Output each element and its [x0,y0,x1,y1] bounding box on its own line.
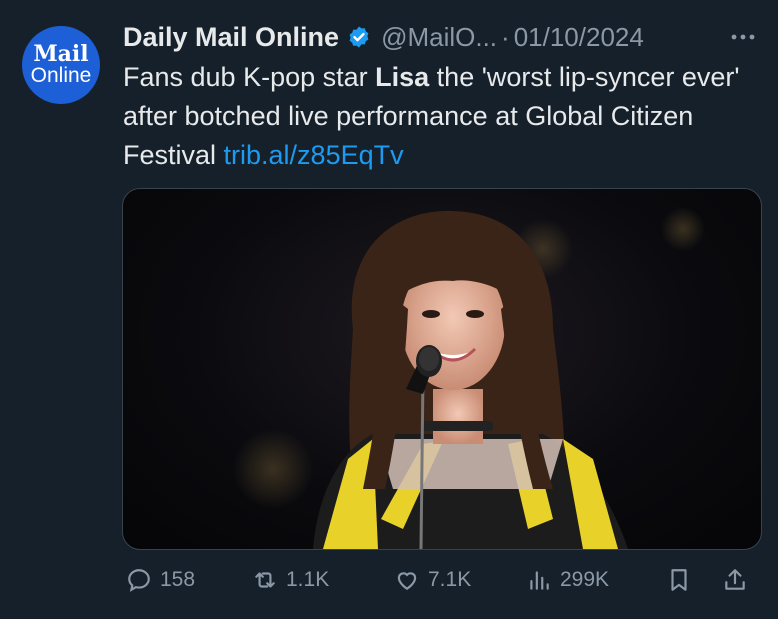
separator-dot: · [501,21,510,52]
repost-button[interactable]: 1.1K [252,560,329,600]
more-icon[interactable] [728,22,758,52]
tweet-header: Daily Mail Online @MailO... · 01/10/2024 [123,18,758,56]
bookmark-icon [671,569,687,591]
tweet-text-bold: Lisa [375,62,430,92]
views-button[interactable]: 299K [526,560,609,600]
like-button[interactable]: 7.1K [394,560,471,600]
heart-icon [397,572,417,590]
share-icon [725,569,745,590]
account-handle[interactable]: @MailO... [381,22,497,53]
views-icon [530,571,549,590]
reply-icon [128,569,150,592]
reply-button[interactable]: 158 [126,560,195,600]
tweet-actions: 158 1.1K 7.1K 299K [122,560,760,600]
performer-illustration [233,207,705,549]
tweet-photo[interactable] [122,188,762,550]
like-count: 7.1K [428,568,472,591]
avatar-logo-bottom: Online [30,64,92,87]
verified-badge-icon [349,26,369,48]
tweet-text: Fans dub K-pop star Lisa the 'worst lip-… [123,58,763,175]
repost-count: 1.1K [286,568,330,591]
tweet-date[interactable]: 01/10/2024 [514,22,644,53]
tweet-link[interactable]: trib.al/z85EqTv [224,140,404,170]
account-name[interactable]: Daily Mail Online [123,22,339,53]
repost-icon [255,572,275,588]
share-button[interactable] [722,560,756,600]
tweet-text-part-1: Fans dub K-pop star [123,62,376,92]
avatar-logo-top: Mail [33,41,89,67]
views-count: 299K [560,568,610,591]
avatar[interactable]: Mail Online [22,26,100,104]
bookmark-button[interactable] [666,560,700,600]
reply-count: 158 [160,568,196,591]
